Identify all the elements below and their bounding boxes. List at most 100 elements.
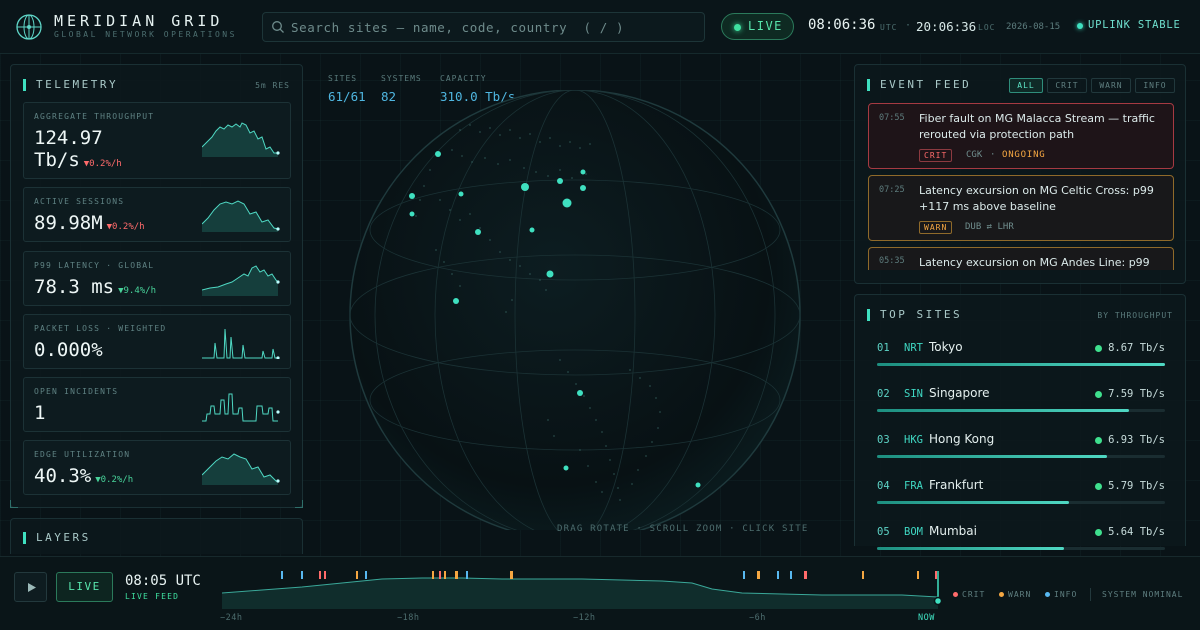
metric-value: 1: [34, 402, 46, 424]
metric-label: EDGE UTILIZATION: [34, 450, 131, 459]
brand-name: MERIDIAN GRID: [54, 12, 224, 30]
timeline-event-markers: [281, 571, 937, 579]
layers-panel[interactable]: LAYERS: [10, 518, 303, 554]
metric-value: 124.97: [34, 127, 103, 149]
system-status: SYSTEM NOMINAL: [1102, 590, 1184, 599]
throughput-sparkline: [202, 122, 280, 157]
site-throughput-bar: [877, 501, 1165, 504]
timeline-live-button[interactable]: LIVE: [56, 572, 113, 602]
site-throughput-fill: [877, 455, 1108, 458]
top-bar: MERIDIAN GRID GLOBAL NETWORK OPERATIONS …: [0, 0, 1200, 54]
utc-clock: 08:06:36: [808, 17, 876, 33]
severity-badge: WARN: [919, 221, 953, 234]
metric-card-latency[interactable]: P99 LATENCY · GLOBAL 78.3 ms ▼9.4%/h: [23, 251, 291, 306]
site-rank: 05: [877, 526, 890, 538]
site-status-dot: [1095, 483, 1102, 490]
site-rank: 01: [877, 342, 890, 354]
top-sites-title: TOP SITES: [867, 309, 962, 321]
metric-card-open-incidents[interactable]: OPEN INCIDENTS 1: [23, 377, 291, 432]
site-throughput: 7.59 Tb/s: [1108, 388, 1165, 400]
search-input[interactable]: [291, 17, 696, 37]
site-row-sin[interactable]: 02 SIN Singapore 7.59 Tb/s: [877, 386, 1165, 426]
timeline-feed-label: LIVE FEED: [125, 592, 180, 601]
site-throughput: 8.67 Tb/s: [1108, 342, 1165, 354]
metric-label: OPEN INCIDENTS: [34, 387, 119, 396]
metric-delta: ▼9.4%/h: [118, 286, 157, 296]
tick-24h: −24h: [220, 613, 243, 623]
network-globe[interactable]: [340, 90, 830, 530]
legend-divider: [1090, 588, 1091, 601]
live-label: LIVE: [748, 19, 783, 33]
sessions-sparkline: [202, 200, 280, 232]
site-row-fra[interactable]: 04 FRA Frankfurt 5.79 Tb/s: [877, 478, 1165, 518]
metric-card-packet-loss[interactable]: PACKET LOSS · WEIGHTED 0.000%: [23, 314, 291, 369]
event-route: DUB ⇄ LHR: [965, 222, 1014, 232]
metric-unit: Tb/s ▼0.2%/h: [34, 149, 122, 171]
site-name: Frankfurt: [929, 478, 984, 492]
site-throughput-bar: [877, 409, 1165, 412]
site-code: NRT: [904, 342, 923, 354]
event-item-crit[interactable]: 07:55 Fiber fault on MG Malacca Stream —…: [868, 103, 1174, 169]
site-status-dot: [1095, 345, 1102, 352]
uplink-status: UPLINK STABLE: [1088, 19, 1181, 31]
legend-warn-label: WARN: [1008, 590, 1032, 599]
stat-label-systems: SYSTEMS: [381, 74, 422, 83]
event-time: 07:25: [879, 185, 905, 195]
utilization-sparkline: [202, 453, 280, 485]
metric-card-throughput[interactable]: AGGREGATE THROUGHPUT 124.97 Tb/s ▼0.2%/h: [23, 102, 291, 179]
search-box[interactable]: [262, 12, 705, 42]
tick-12h: −12h: [573, 613, 596, 623]
filter-all-button[interactable]: ALL: [1009, 78, 1043, 93]
route-separator: ·: [990, 150, 996, 160]
event-text: Fiber fault on MG Malacca Stream — traff…: [919, 112, 1155, 141]
timeline-bar: LIVE 08:05 UTC LIVE FEED −24h −18h −12h …: [0, 556, 1200, 630]
timeline-scrubber[interactable]: [222, 567, 948, 609]
live-status-dot: [734, 24, 741, 31]
metric-delta: ▼0.2%/h: [83, 159, 122, 169]
search-icon: [272, 21, 284, 33]
site-rank: 02: [877, 388, 890, 400]
site-rank: 03: [877, 434, 890, 446]
site-name: Hong Kong: [929, 432, 995, 446]
metric-delta: ▼0.2%/h: [95, 475, 134, 485]
play-icon: [28, 583, 36, 592]
site-row-hkg[interactable]: 03 HKG Hong Kong 6.93 Tb/s: [877, 432, 1165, 472]
filter-warn-button[interactable]: WARN: [1091, 78, 1131, 93]
play-button[interactable]: [14, 572, 47, 602]
brand-subtitle: GLOBAL NETWORK OPERATIONS: [54, 30, 237, 39]
filter-info-button[interactable]: INFO: [1135, 78, 1175, 93]
globe-controls-hint: DRAG ROTATE · SCROLL ZOOM · CLICK SITE: [557, 524, 809, 534]
event-route: CGK: [966, 150, 983, 160]
legend-crit-dot: [953, 592, 958, 597]
site-throughput-fill: [877, 501, 1070, 504]
metric-label: PACKET LOSS · WEIGHTED: [34, 324, 167, 333]
filter-crit-button[interactable]: CRIT: [1047, 78, 1087, 93]
severity-badge: CRIT: [919, 149, 953, 162]
site-throughput: 6.93 Tb/s: [1108, 434, 1165, 446]
stat-label-capacity: CAPACITY: [440, 74, 487, 83]
site-rank: 04: [877, 480, 890, 492]
event-text: Latency excursion on MG Andes Line: p99: [919, 256, 1150, 269]
event-item-warn[interactable]: 05:35 Latency excursion on MG Andes Line…: [868, 247, 1174, 270]
site-code: FRA: [904, 480, 923, 492]
legend-warn-dot: [999, 592, 1004, 597]
site-name: Singapore: [929, 386, 990, 400]
utc-label: UTC: [880, 23, 898, 32]
current-date: 2026-08-15: [1006, 22, 1061, 32]
panel-corner: [295, 500, 303, 508]
packet-loss-sparkline: [202, 328, 280, 359]
metric-value: 40.3% ▼0.2%/h: [34, 465, 134, 487]
site-row-nrt[interactable]: 01 NRT Tokyo 8.67 Tb/s: [877, 340, 1165, 380]
metric-card-edge-utilization[interactable]: EDGE UTILIZATION 40.3% ▼0.2%/h: [23, 440, 291, 495]
site-throughput: 5.79 Tb/s: [1108, 480, 1165, 492]
live-toggle-button[interactable]: LIVE: [721, 13, 794, 40]
globe-logo-icon: [16, 14, 42, 40]
metric-label: AGGREGATE THROUGHPUT: [34, 112, 155, 121]
site-status-dot: [1095, 391, 1102, 398]
event-text: Latency excursion on MG Celtic Cross: p9…: [919, 184, 1154, 213]
event-item-warn[interactable]: 07:25 Latency excursion on MG Celtic Cro…: [868, 175, 1174, 241]
tick-18h: −18h: [397, 613, 420, 623]
metric-card-sessions[interactable]: ACTIVE SESSIONS 89.98M ▼0.2%/h: [23, 187, 291, 242]
top-sites-sort: BY THROUGHPUT: [1097, 311, 1173, 320]
site-name: Mumbai: [929, 524, 977, 538]
